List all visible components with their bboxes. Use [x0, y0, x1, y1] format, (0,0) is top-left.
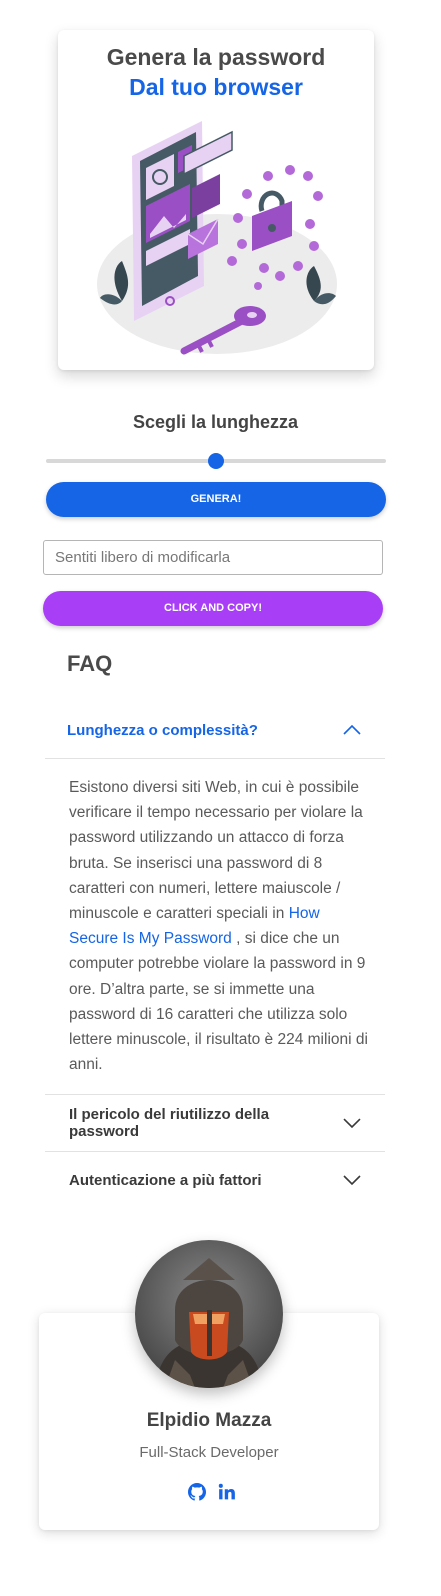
profile-name: Elpidio Mazza [146, 1410, 272, 1431]
faq-item-reuse[interactable]: Il pericolo del riutilizzo della passwor… [45, 1094, 385, 1151]
faq-title: FAQ [67, 651, 113, 676]
hero-title: Genera la password [106, 44, 326, 70]
hero-card: Genera la password Dal tuo browser [58, 30, 374, 370]
length-slider[interactable] [46, 452, 386, 470]
profile-role: Full-Stack Developer [139, 1444, 279, 1461]
chevron-down-icon [343, 1175, 361, 1186]
faq-question: Autenticazione a più fattori [69, 1171, 262, 1189]
password-field[interactable] [43, 540, 383, 575]
avatar-image [135, 1240, 283, 1388]
faq-item-length[interactable]: Lunghezza o complessità? [45, 702, 385, 759]
faq-question: Lunghezza o complessità? [67, 721, 258, 739]
generate-button[interactable]: GENERA! [46, 482, 386, 517]
faq-question: Il pericolo del riutilizzo della passwor… [69, 1106, 270, 1140]
faq-answer-text: , si dice che un computer potrebbe viola… [69, 930, 368, 1074]
copy-button[interactable]: CLICK AND COPY! [43, 591, 383, 626]
faq-answer: Esistono diversi siti Web, in cui è poss… [69, 775, 369, 1077]
hero-subtitle: Dal tuo browser [129, 74, 303, 100]
avatar [135, 1240, 283, 1388]
social-links [188, 1483, 236, 1501]
security-illustration [97, 121, 337, 355]
github-icon[interactable] [188, 1483, 206, 1501]
faq-item-mfa[interactable]: Autenticazione a più fattori [45, 1151, 385, 1208]
slider-thumb[interactable] [208, 453, 224, 469]
length-title: Scegli la lunghezza [132, 412, 299, 432]
linkedin-icon[interactable] [218, 1483, 236, 1501]
faq-answer-text: Esistono diversi siti Web, in cui è poss… [69, 779, 363, 923]
chevron-down-icon [343, 1118, 361, 1129]
chevron-up-icon [343, 724, 361, 735]
